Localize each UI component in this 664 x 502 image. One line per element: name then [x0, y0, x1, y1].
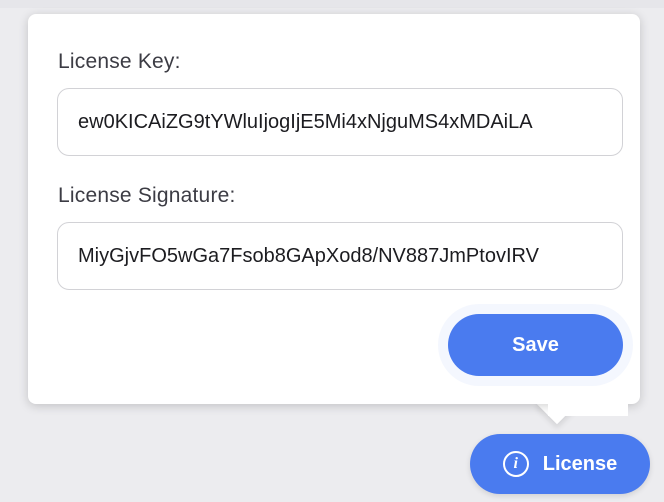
license-signature-label: License Signature: — [58, 184, 236, 207]
license-key-input[interactable] — [57, 88, 623, 156]
popover-arrow-cover — [548, 384, 628, 416]
license-button[interactable]: i License — [470, 434, 650, 494]
license-button-label: License — [542, 452, 618, 475]
top-strip — [0, 0, 664, 8]
license-key-label: License Key: — [58, 50, 181, 73]
license-signature-input[interactable] — [57, 222, 623, 290]
info-icon: i — [502, 451, 529, 477]
save-button[interactable]: Save — [448, 314, 623, 376]
license-popover: License Key: License Signature: Save — [28, 14, 640, 416]
